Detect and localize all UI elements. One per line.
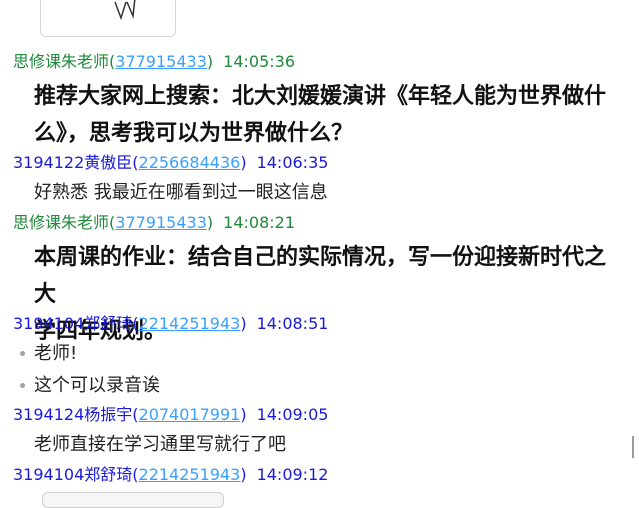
sender-qq-link[interactable]: 377915433	[115, 52, 207, 71]
message-line: 好熟悉 我最近在哪看到过一眼这信息	[34, 182, 328, 203]
tooth-sketch-icon	[114, 0, 136, 21]
bullet-dot	[20, 383, 25, 388]
image-thumbnail[interactable]	[40, 0, 176, 37]
message-time: 14:08:51	[256, 314, 329, 333]
message-time: 14:09:12	[256, 465, 329, 484]
message-time: 14:08:21	[223, 213, 295, 232]
sender-qq-link[interactable]: 2214251943	[139, 465, 241, 484]
message-line: 本周课的作业：结合自己的实际情况，写一份迎接新时代之大	[34, 245, 607, 307]
image-thumbnail-partial[interactable]	[42, 492, 224, 508]
sender-qq-link[interactable]: 377915433	[115, 213, 207, 232]
sender-qq-link[interactable]: 2074017991	[139, 405, 241, 424]
message-time: 14:05:36	[223, 52, 295, 71]
sender-name: 3194104郑舒琦	[13, 465, 133, 484]
sender-qq-link[interactable]: 2256684436	[139, 153, 241, 172]
message-header: 3194104郑舒琦(2214251943) 14:08:51	[13, 314, 329, 333]
message-time: 14:06:35	[256, 153, 329, 172]
message-line: 么》，思考我可以为世界做什么？	[34, 121, 354, 146]
bullet-dot	[20, 351, 25, 356]
message-line: 推荐大家网上搜索：北大刘媛媛演讲《年轻人能为世界做什	[34, 84, 607, 109]
scrollbar-thumb[interactable]	[632, 436, 634, 458]
sender-qq-link[interactable]: 2214251943	[139, 314, 241, 333]
message-body: 推荐大家网上搜索：北大刘媛媛演讲《年轻人能为世界做什 么》，思考我可以为世界做什…	[34, 78, 624, 152]
sender-name: 思修课朱老师	[13, 213, 110, 232]
sender-name: 3194122黄傲臣	[13, 153, 133, 172]
message-header: 思修课朱老师(377915433) 14:08:21	[13, 213, 295, 232]
sender-name: 3194124杨振宇	[13, 405, 133, 424]
message-header: 3194122黄傲臣(2256684436) 14:06:35	[13, 153, 329, 172]
message-line: 这个可以录音诶	[34, 375, 160, 396]
message-line: 老师直接在学习通里写就行了吧	[34, 434, 286, 455]
message-header: 3194104郑舒琦(2214251943) 14:09:12	[13, 465, 329, 484]
message-line: 老师!	[34, 343, 78, 364]
message-header: 思修课朱老师(377915433) 14:05:36	[13, 52, 295, 71]
message-time: 14:09:05	[256, 405, 329, 424]
sender-name: 3194104郑舒琦	[13, 314, 133, 333]
message-header: 3194124杨振宇(2074017991) 14:09:05	[13, 405, 329, 424]
sender-name: 思修课朱老师	[13, 52, 110, 71]
